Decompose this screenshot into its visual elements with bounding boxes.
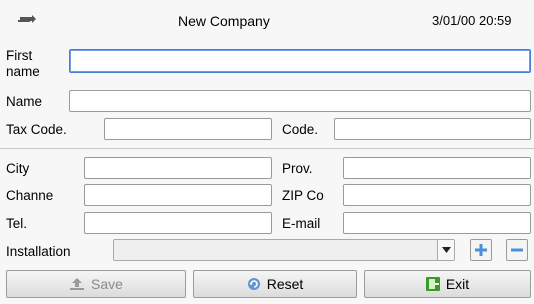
- first-name-field[interactable]: [69, 49, 531, 73]
- back-arrow-icon: [18, 15, 36, 23]
- remove-installation-button[interactable]: [506, 239, 528, 261]
- code-label: Code.: [282, 122, 319, 137]
- reset-button[interactable]: Reset: [193, 270, 357, 298]
- dropdown-button[interactable]: [437, 240, 454, 260]
- refresh-icon: [247, 278, 260, 290]
- code-field[interactable]: [334, 118, 531, 140]
- installation-label: Installation: [6, 244, 71, 259]
- tel-label: Tel.: [6, 216, 28, 231]
- first-name-label: First name: [6, 48, 40, 79]
- tel-field[interactable]: [84, 212, 272, 234]
- exit-icon: [425, 277, 440, 291]
- tax-code-label: Tax Code.: [6, 122, 67, 137]
- chevron-down-icon: [441, 247, 451, 253]
- prov-label: Prov.: [282, 161, 313, 176]
- tax-code-field[interactable]: [104, 118, 272, 140]
- channel-label: Channe: [6, 188, 54, 203]
- section-divider: [0, 148, 534, 149]
- page-title: New Company: [178, 13, 270, 29]
- save-label: Save: [91, 276, 123, 292]
- name-label: Name: [6, 94, 43, 109]
- save-icon: [70, 278, 85, 290]
- zip-field[interactable]: [343, 184, 531, 206]
- installation-select[interactable]: [113, 239, 455, 261]
- add-installation-button[interactable]: [470, 239, 492, 261]
- prov-field[interactable]: [343, 157, 531, 179]
- city-label: City: [6, 161, 30, 176]
- email-field[interactable]: [343, 212, 531, 234]
- city-field[interactable]: [84, 157, 272, 179]
- minus-icon: [511, 248, 523, 252]
- name-field[interactable]: [69, 90, 531, 112]
- back-button[interactable]: [14, 10, 40, 30]
- exit-label: Exit: [445, 276, 470, 292]
- channel-field[interactable]: [84, 184, 272, 206]
- exit-button[interactable]: Exit: [364, 270, 531, 298]
- plus-icon: [475, 244, 487, 256]
- datetime-label: 3/01/00 20:59: [432, 13, 512, 28]
- email-label: E-mail: [282, 216, 321, 231]
- reset-label: Reset: [266, 276, 304, 292]
- save-button[interactable]: Save: [6, 270, 186, 298]
- zip-label: ZIP Co: [282, 188, 324, 203]
